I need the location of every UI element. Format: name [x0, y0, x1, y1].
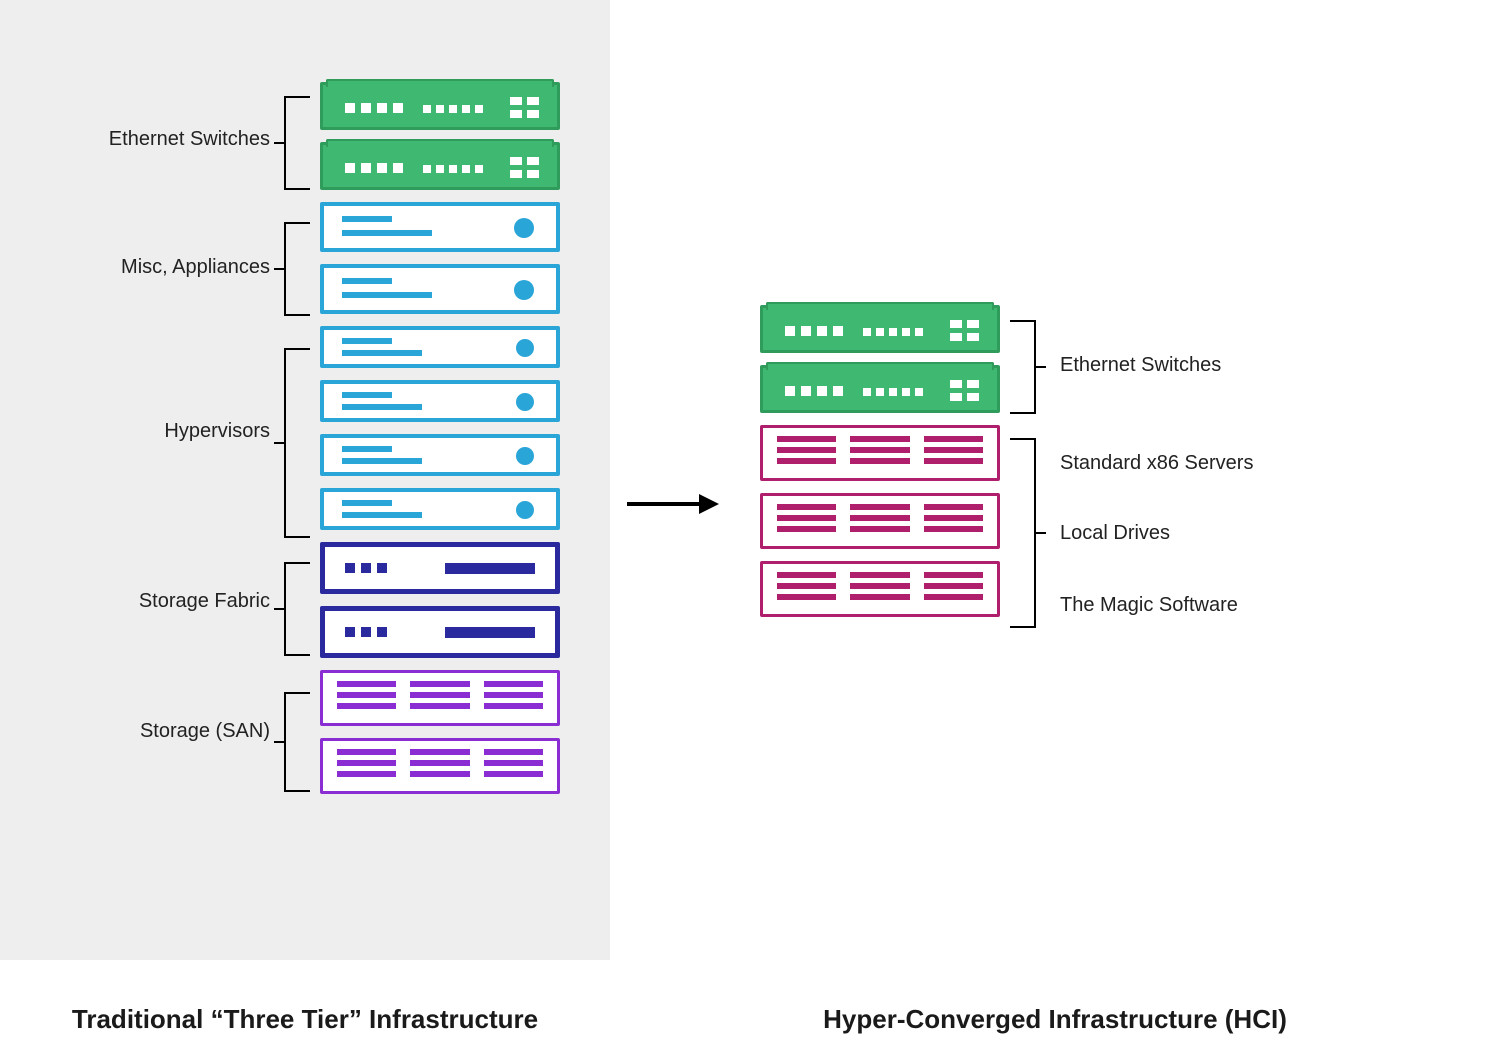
label-misc-appliances: Misc, Appliances — [70, 256, 270, 279]
appliance-server-icon — [320, 264, 560, 314]
label-magic-software: The Magic Software — [1060, 594, 1310, 617]
bracket-icon — [284, 96, 310, 190]
label-standard-servers: Standard x86 Servers — [1060, 452, 1310, 475]
hci-stack — [760, 305, 1000, 629]
storage-san-icon — [320, 670, 560, 726]
label-hypervisors: Hypervisors — [70, 420, 270, 443]
bracket-icon — [284, 562, 310, 656]
hci-server-icon — [760, 561, 1000, 617]
hci-server-icon — [760, 493, 1000, 549]
traditional-stack — [320, 82, 560, 806]
ethernet-switch-icon — [320, 82, 560, 130]
caption-traditional: Traditional “Three Tier” Infrastructure — [0, 1004, 610, 1035]
bracket-icon — [284, 222, 310, 316]
storage-fabric-icon — [320, 606, 560, 658]
storage-fabric-icon — [320, 542, 560, 594]
label-ethernet-switches: Ethernet Switches — [70, 128, 270, 151]
storage-san-icon — [320, 738, 560, 794]
caption-hci: Hyper-Converged Infrastructure (HCI) — [610, 1004, 1500, 1035]
ethernet-switch-icon — [760, 305, 1000, 353]
hypervisor-server-icon — [320, 434, 560, 476]
arrow-right-icon — [625, 492, 721, 512]
hypervisor-server-icon — [320, 380, 560, 422]
hypervisor-server-icon — [320, 488, 560, 530]
hci-server-icon — [760, 425, 1000, 481]
ethernet-switch-icon — [320, 142, 560, 190]
appliance-server-icon — [320, 202, 560, 252]
ethernet-switch-icon — [760, 365, 1000, 413]
label-storage-san: Storage (SAN) — [70, 720, 270, 743]
bracket-icon — [284, 348, 310, 538]
label-storage-fabric: Storage Fabric — [70, 590, 270, 613]
bracket-icon — [1010, 320, 1036, 414]
hypervisor-server-icon — [320, 326, 560, 368]
label-local-drives: Local Drives — [1060, 522, 1310, 545]
bracket-icon — [284, 692, 310, 792]
label-ethernet-switches-right: Ethernet Switches — [1060, 354, 1310, 377]
bracket-icon — [1010, 438, 1036, 628]
right-panel — [610, 0, 1500, 960]
